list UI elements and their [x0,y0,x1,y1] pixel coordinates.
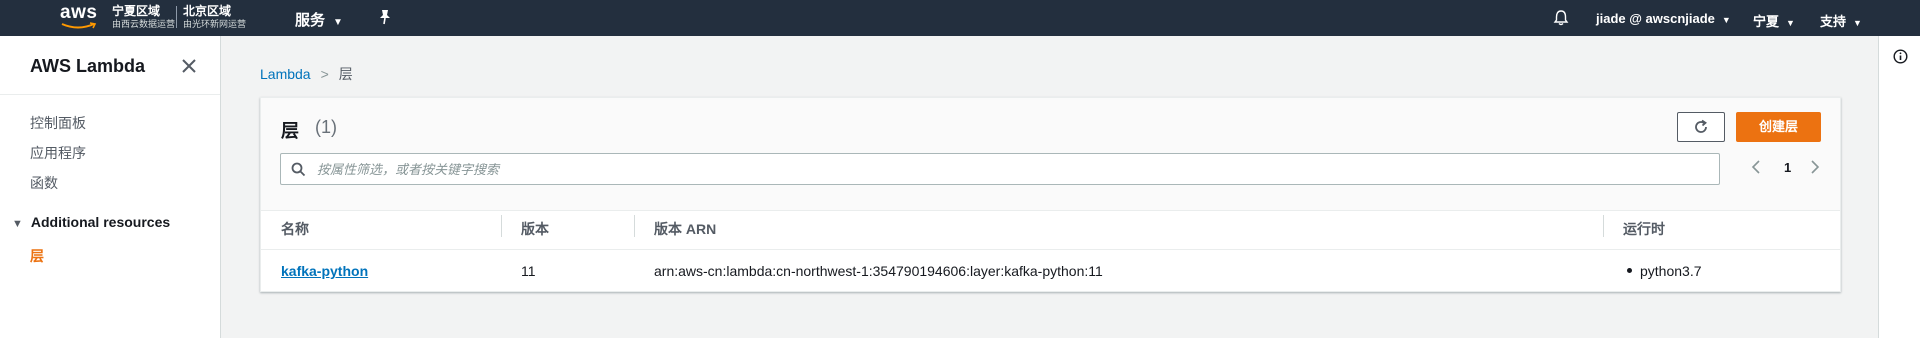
layer-version: 11 [521,263,536,279]
region-ningxia[interactable]: 宁夏区域 由西云数据运营 [112,4,175,30]
breadcrumb-current: 层 [338,66,353,82]
chevron-right-icon[interactable] [1810,160,1820,174]
info-icon[interactable] [1893,49,1908,64]
top-navigation: aws 宁夏区域 由西云数据运营 北京区域 由光环新网运营 服务 ▼ jiade … [0,0,1920,36]
bell-icon[interactable] [1553,9,1569,26]
layer-count: (1) [315,117,337,137]
sidebar-section-additional-resources[interactable]: ▼ Additional resources [12,214,170,230]
column-divider[interactable] [1603,215,1604,237]
sidebar: AWS Lambda 控制面板 应用程序 函数 ▼ Additional reso… [0,36,221,338]
chevron-down-icon: ▼ [1721,15,1731,25]
layers-table-panel: 层 (1) 创建层 1 名称 版本 版本 ARN 运行时 kafka-pytho… [260,97,1841,292]
search-field[interactable] [280,153,1720,185]
layer-runtime: python3.7 [1627,263,1702,279]
create-layer-button[interactable]: 创建层 [1736,112,1821,142]
table-row-divider [261,249,1840,250]
column-header-version[interactable]: 版本 [521,219,549,239]
aws-logo-icon[interactable]: aws [60,2,100,32]
layer-name-link[interactable]: kafka-python [281,263,368,279]
page-title: 层 [281,121,299,141]
chevron-down-icon: ▼ [333,17,343,28]
chevron-right-icon: > [320,66,329,82]
sidebar-item-applications[interactable]: 应用程序 [30,143,86,163]
breadcrumb: Lambda > 层 [260,64,353,84]
panel-header: 层 (1) 创建层 1 [261,98,1840,211]
refresh-button[interactable] [1677,112,1725,142]
search-icon [291,162,306,177]
sidebar-divider [0,94,220,95]
search-input[interactable] [317,160,1697,178]
column-divider[interactable] [501,215,502,237]
chevron-down-icon: ▼ [1786,18,1795,28]
right-help-rail [1878,36,1920,338]
refresh-icon [1695,119,1707,133]
triangle-down-icon: ▼ [12,218,23,230]
sidebar-item-dashboard[interactable]: 控制面板 [30,113,86,133]
sidebar-title: AWS Lambda [30,56,146,76]
layer-version-arn: arn:aws-cn:lambda:cn-northwest-1:3547901… [654,263,1103,279]
chevron-left-icon[interactable] [1751,160,1761,174]
close-icon[interactable] [181,58,197,74]
chevron-down-icon: ▼ [1853,18,1862,28]
breadcrumb-lambda-link[interactable]: Lambda [260,66,311,82]
pin-icon[interactable] [378,9,392,25]
column-header-runtime[interactable]: 运行时 [1623,219,1665,239]
services-menu[interactable]: 服务 ▼ [295,9,343,30]
column-header-name[interactable]: 名称 [281,219,309,239]
user-menu[interactable]: jiade @ awscnjiade ▼ [1596,11,1731,26]
region-menu[interactable]: 宁夏 ▼ [1753,11,1795,30]
sidebar-item-layers[interactable]: 层 [30,246,44,266]
bullet-icon [1627,267,1632,273]
page-number[interactable]: 1 [1784,160,1791,175]
region-divider [176,6,177,28]
sidebar-item-functions[interactable]: 函数 [30,173,58,193]
support-menu[interactable]: 支持 ▼ [1820,11,1862,30]
column-divider[interactable] [634,215,635,237]
column-header-version-arn[interactable]: 版本 ARN [654,219,716,239]
region-beijing[interactable]: 北京区域 由光环新网运营 [183,4,246,30]
